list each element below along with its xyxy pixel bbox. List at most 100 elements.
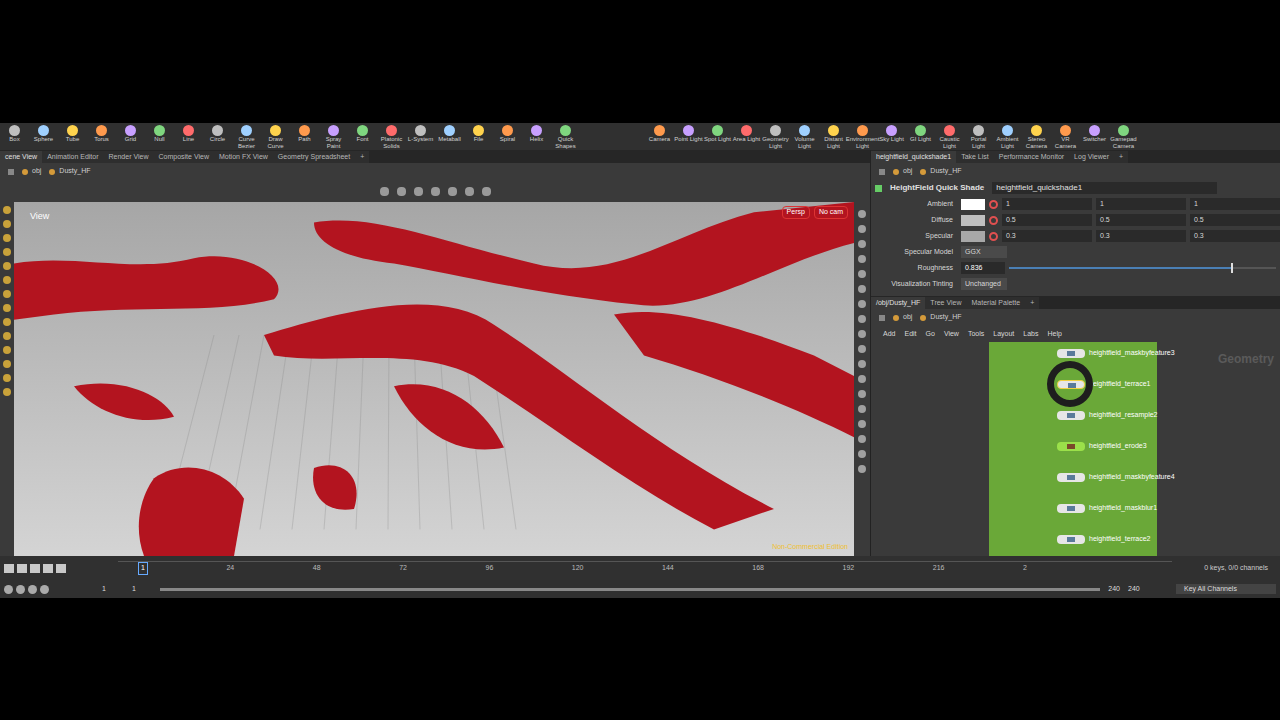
tab[interactable]: Geometry Spreadsheet (273, 151, 355, 163)
shelf-tool[interactable]: Path (290, 125, 319, 150)
tool-icon[interactable] (3, 318, 11, 326)
tool-icon[interactable] (3, 346, 11, 354)
display-option-icon[interactable] (858, 360, 866, 368)
display-option-icon[interactable] (858, 300, 866, 308)
display-option-icon[interactable] (858, 285, 866, 293)
shelf-tool[interactable]: Geometry Light (761, 125, 790, 150)
menu-field[interactable]: GGX (961, 246, 1007, 258)
view-tool-icon[interactable] (431, 187, 440, 196)
display-option-icon[interactable] (858, 315, 866, 323)
tab[interactable]: Log Viewer (1069, 151, 1114, 163)
menu-item[interactable]: Tools (968, 329, 984, 340)
value-field[interactable]: 0.5 (1096, 214, 1186, 226)
tool-icon[interactable] (3, 234, 11, 242)
view-tool-icon[interactable] (465, 187, 474, 196)
network-node[interactable]: heightfield_maskbyfeature3 (1057, 348, 1175, 359)
projection-menu[interactable]: Persp (782, 206, 810, 219)
display-option-icon[interactable] (858, 435, 866, 443)
value-field[interactable]: 1 (1002, 198, 1092, 210)
display-option-icon[interactable] (858, 255, 866, 263)
shelf-tool[interactable]: Gamepad Camera (1109, 125, 1138, 150)
menu-item[interactable]: View (944, 329, 959, 340)
playback-button-icon[interactable] (43, 564, 53, 573)
network-node[interactable]: heightfield_resample2 (1057, 410, 1158, 421)
tab[interactable]: Animation Editor (42, 151, 103, 163)
shelf-tool[interactable]: Metaball (435, 125, 464, 150)
viewport[interactable]: ViewPerspNo camNon-Commercial Edition (14, 202, 854, 556)
key-all-button[interactable]: Key All Channels (1176, 584, 1276, 595)
display-option-icon[interactable] (858, 450, 866, 458)
color-swatch[interactable] (961, 231, 985, 242)
shelf-tool[interactable]: Helix (522, 125, 551, 150)
display-option-icon[interactable] (858, 390, 866, 398)
range-slider[interactable] (160, 588, 1100, 591)
tool-icon[interactable] (3, 304, 11, 312)
menu-item[interactable]: Labs (1023, 329, 1038, 340)
shelf-tool[interactable]: Ambient Light (993, 125, 1022, 150)
tab[interactable]: Take List (956, 151, 994, 163)
start-field-2[interactable]: 1 (132, 584, 152, 595)
current-frame[interactable]: 1 (138, 562, 148, 575)
path-item[interactable]: Dusty_HF (920, 312, 961, 323)
tool-icon[interactable] (3, 262, 11, 270)
color-swatch[interactable] (961, 215, 985, 226)
menu-item[interactable]: Layout (993, 329, 1014, 340)
view-tool-icon[interactable] (380, 187, 389, 196)
tab[interactable]: /obj/Dusty_HF (871, 297, 925, 309)
network-node[interactable]: heightfield_erode3 (1057, 441, 1147, 452)
shelf-tool[interactable]: Sky Light (877, 125, 906, 150)
shelf-tool[interactable]: Switcher (1080, 125, 1109, 150)
shelf-tool[interactable]: Portal Light (964, 125, 993, 150)
shelf-tool[interactable]: Area Light (732, 125, 761, 150)
display-option-icon[interactable] (858, 345, 866, 353)
shelf-tool[interactable]: Null (145, 125, 174, 150)
tool-icon[interactable] (3, 374, 11, 382)
shelf-tool[interactable]: Camera (645, 125, 674, 150)
value-field[interactable]: 1 (1190, 198, 1280, 210)
tab[interactable]: Performance Monitor (994, 151, 1069, 163)
shelf-tool[interactable]: Curve Bezier (232, 125, 261, 150)
shelf-tool[interactable]: Distant Light (819, 125, 848, 150)
shelf-tool[interactable]: Tube (58, 125, 87, 150)
start-field[interactable]: 1 (102, 584, 124, 595)
shelf-tool[interactable]: Spot Light (703, 125, 732, 150)
network-node[interactable]: heightfield_maskblur1 (1057, 503, 1157, 514)
range-tool-icon[interactable] (16, 585, 25, 594)
display-option-icon[interactable] (858, 465, 866, 473)
menu-item[interactable]: Add (883, 329, 895, 340)
tool-icon[interactable] (3, 206, 11, 214)
view-tool-icon[interactable] (414, 187, 423, 196)
path-item[interactable]: obj (22, 166, 41, 177)
tab[interactable]: heightfield_quickshade1 (871, 151, 956, 163)
view-tool-icon[interactable] (448, 187, 457, 196)
network-editor[interactable]: Geometryheightfield_maskbyfeature3height… (871, 342, 1280, 556)
value-field[interactable]: 0.836 (961, 262, 1005, 274)
color-wheel-icon[interactable] (989, 232, 998, 241)
menu-item[interactable]: Help (1047, 329, 1061, 340)
back-icon[interactable] (8, 169, 14, 175)
shelf-tool[interactable]: VR Camera (1051, 125, 1080, 150)
tab[interactable]: Material Palette (966, 297, 1025, 309)
range-tool-icon[interactable] (28, 585, 37, 594)
playback-button-icon[interactable] (17, 564, 27, 573)
tool-icon[interactable] (3, 248, 11, 256)
tab[interactable]: Tree View (925, 297, 966, 309)
value-field[interactable]: 0.3 (1190, 230, 1280, 242)
shelf-tool[interactable]: GI Light (906, 125, 935, 150)
shelf-tool[interactable]: Torus (87, 125, 116, 150)
color-wheel-icon[interactable] (989, 200, 998, 209)
view-tool-icon[interactable] (397, 187, 406, 196)
tool-icon[interactable] (3, 290, 11, 298)
range-tool-icon[interactable] (4, 585, 13, 594)
display-option-icon[interactable] (858, 405, 866, 413)
shelf-tool[interactable]: Draw Curve (261, 125, 290, 150)
shelf-tool[interactable]: Grid (116, 125, 145, 150)
display-option-icon[interactable] (858, 240, 866, 248)
shelf-tool[interactable]: Volume Light (790, 125, 819, 150)
color-swatch[interactable] (961, 199, 985, 210)
tab[interactable]: Render View (104, 151, 154, 163)
back-icon[interactable] (879, 315, 885, 321)
path-item[interactable]: obj (893, 166, 912, 177)
value-field[interactable]: 0.5 (1002, 214, 1092, 226)
value-field[interactable]: 0.5 (1190, 214, 1280, 226)
